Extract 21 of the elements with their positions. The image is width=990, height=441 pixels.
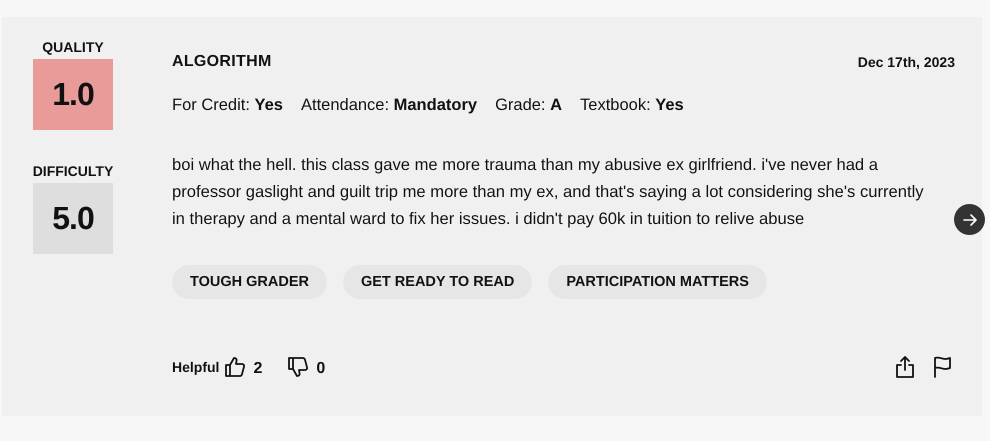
tag-chip: TOUGH GRADER bbox=[172, 265, 327, 299]
tag-chip: PARTICIPATION MATTERS bbox=[548, 265, 767, 299]
tag-chip: GET READY TO READ bbox=[342, 265, 532, 299]
share-icon[interactable] bbox=[893, 355, 917, 379]
rating-label: QUALITY bbox=[42, 39, 104, 55]
course-name: ALGORITHM bbox=[172, 53, 272, 71]
thumbs-down-icon[interactable] bbox=[286, 355, 310, 379]
rating-label: DIFFICULTY bbox=[32, 163, 114, 179]
review-comment: boi what the hell. this class gave me more trauma than my abusive ex girlfriend. i've never had a professor gaslight and guilt trip me more than my ex, and that's saying a lot considering she's currently in therapy and a mental ward to fix her issues. i didn't pay 60k in tuition to relive abuse bbox=[172, 154, 925, 230]
meta-item: Textbook: Yes bbox=[580, 96, 684, 115]
thumbs-up-icon[interactable] bbox=[223, 355, 248, 379]
meta-item: For Credit: Yes bbox=[172, 96, 283, 115]
meta-item: Grade: A bbox=[495, 96, 562, 115]
helpful-label: Helpful bbox=[172, 359, 220, 375]
arrow-icon bbox=[962, 212, 978, 228]
rating-score: 5.0 bbox=[33, 183, 113, 254]
review-date: Dec 17th, 2023 bbox=[858, 54, 955, 70]
rating-score: 1.0 bbox=[33, 59, 113, 130]
meta-item: Attendance: Mandatory bbox=[300, 96, 478, 115]
upvote-count: 2 bbox=[253, 360, 262, 378]
downvote-count: 0 bbox=[316, 360, 326, 378]
